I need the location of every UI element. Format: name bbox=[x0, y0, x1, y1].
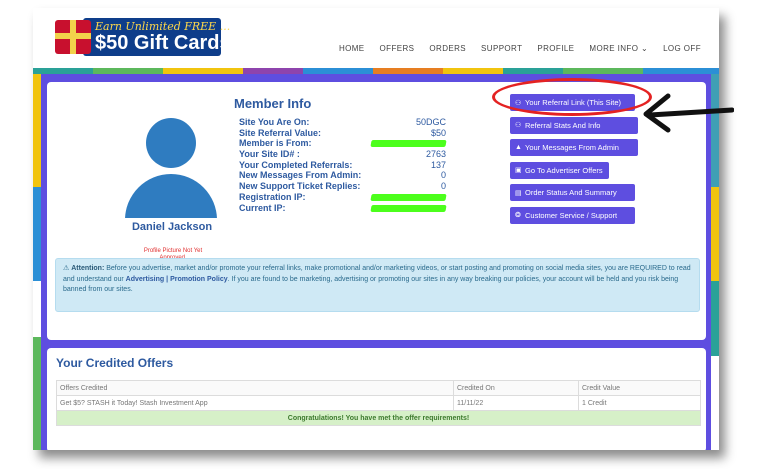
main-content: Daniel Jackson Profile Picture Not Yet A… bbox=[41, 74, 711, 450]
info-label: Current IP: bbox=[239, 202, 286, 213]
info-label: New Messages From Admin: bbox=[239, 170, 362, 181]
info-row-admin-messages: New Messages From Admin: 0 bbox=[239, 170, 446, 181]
member-name: Daniel Jackson bbox=[131, 221, 213, 233]
cart-icon: ▣ bbox=[515, 167, 522, 175]
advertiser-offers-button[interactable]: ▣ Go To Advertiser Offers bbox=[510, 161, 609, 179]
redaction-mark bbox=[370, 193, 447, 201]
info-label: Site You Are On: bbox=[239, 117, 310, 127]
credited-offers-title: Your Credited Offers bbox=[56, 356, 174, 370]
info-label: Site Referral Value: bbox=[239, 127, 322, 138]
member-info-title: Member Info bbox=[234, 96, 312, 111]
info-label: Your Site ID# : bbox=[239, 149, 300, 160]
link-separator: | bbox=[166, 275, 169, 283]
credited-date: 11/11/22 bbox=[453, 395, 579, 411]
user-icon: ▲ bbox=[515, 144, 522, 152]
info-value: 0 bbox=[440, 181, 446, 192]
gift-box-icon bbox=[55, 20, 91, 54]
info-label: Registration IP: bbox=[239, 191, 306, 202]
avatar-head-icon bbox=[146, 118, 196, 168]
warning-icon: ⚠ bbox=[63, 265, 70, 272]
attention-alert: ⚠ Attention: Before you advertise, marke… bbox=[55, 258, 700, 312]
info-row-referral-value: Site Referral Value: $50 bbox=[239, 128, 446, 139]
redaction-mark bbox=[370, 140, 447, 148]
info-row-completed-referrals: Your Completed Referrals: 137 bbox=[239, 160, 446, 171]
top-nav: Earn Unlimited FREE ... $50 Gift Cards H… bbox=[33, 8, 719, 68]
congrats-message: Congratulations! You have met the offer … bbox=[56, 410, 701, 426]
nav-home[interactable]: HOME bbox=[339, 44, 365, 53]
offer-name: Get $5? STASH it Today! Stash Investment… bbox=[56, 395, 454, 411]
browser-frame: Earn Unlimited FREE ... $50 Gift Cards H… bbox=[33, 8, 719, 450]
nav-support[interactable]: SUPPORT bbox=[481, 44, 522, 53]
pointer-arrow-annotation bbox=[643, 93, 734, 133]
referral-stats-button[interactable]: ⚇ Referral Stats And Info bbox=[510, 116, 638, 134]
promotion-policy-link[interactable]: Promotion Policy bbox=[170, 276, 228, 283]
info-row-site: Site You Are On: 50DGC bbox=[239, 117, 446, 128]
info-value: $50 bbox=[430, 127, 446, 138]
info-row-current-ip: Current IP: bbox=[239, 202, 447, 214]
info-row-member-from: Member is From: bbox=[239, 138, 447, 149]
order-status-button[interactable]: ▤ Order Status And Summary bbox=[510, 184, 635, 202]
info-label: Member is From: bbox=[239, 138, 312, 149]
bank-icon: ▤ bbox=[515, 189, 522, 197]
info-row-site-id: Your Site ID# : 2763 bbox=[239, 149, 446, 160]
info-row-ticket-replies: New Support Ticket Replies: 0 bbox=[239, 181, 446, 192]
customer-service-button[interactable]: ❂ Customer Service / Support bbox=[510, 206, 635, 224]
column-header: Offers Credited bbox=[56, 380, 454, 396]
avatar-body-icon bbox=[125, 174, 217, 218]
users-icon: ⚇ bbox=[515, 122, 522, 130]
redaction-mark bbox=[370, 204, 447, 212]
congrats-row: Congratulations! You have met the offer … bbox=[56, 410, 701, 426]
highlight-circle-annotation bbox=[492, 78, 652, 116]
lifebuoy-icon: ❂ bbox=[515, 212, 521, 220]
nav-more-info[interactable]: MORE INFO ⌄ bbox=[589, 44, 648, 53]
credited-offers-table: Offers Credited Credited On Credit Value… bbox=[56, 380, 701, 426]
nav-log-off[interactable]: LOG OFF bbox=[663, 44, 701, 53]
column-header: Credit Value bbox=[578, 380, 701, 396]
table-header-row: Offers Credited Credited On Credit Value bbox=[56, 380, 701, 396]
button-label: Your Messages From Admin bbox=[525, 143, 619, 153]
info-value: 50DGC bbox=[415, 117, 446, 127]
info-value: 0 bbox=[440, 170, 446, 181]
logo-title: $50 Gift Cards bbox=[95, 32, 231, 54]
button-label: Customer Service / Support bbox=[525, 210, 618, 220]
nav-offers[interactable]: OFFERS bbox=[380, 44, 415, 53]
info-row-registration-ip: Registration IP: bbox=[239, 191, 447, 203]
info-label: New Support Ticket Replies: bbox=[239, 181, 361, 192]
site-logo[interactable]: Earn Unlimited FREE ... $50 Gift Cards bbox=[55, 18, 231, 58]
admin-messages-button[interactable]: ▲ Your Messages From Admin bbox=[510, 139, 638, 157]
info-label: Your Completed Referrals: bbox=[239, 159, 353, 170]
table-row: Get $5? STASH it Today! Stash Investment… bbox=[56, 395, 701, 411]
nav-profile[interactable]: PROFILE bbox=[537, 44, 574, 53]
attention-label: Attention: bbox=[71, 265, 105, 272]
member-info-panel: Daniel Jackson Profile Picture Not Yet A… bbox=[47, 78, 706, 340]
main-menu: HOME OFFERS ORDERS SUPPORT PROFILE MORE … bbox=[339, 44, 701, 53]
avatar bbox=[125, 118, 217, 218]
info-value: 137 bbox=[430, 159, 446, 170]
info-value: 2763 bbox=[425, 149, 446, 160]
button-label: Order Status And Summary bbox=[525, 188, 617, 198]
credit-value: 1 Credit bbox=[578, 395, 701, 411]
column-header: Credited On bbox=[453, 380, 579, 396]
button-label: Referral Stats And Info bbox=[525, 120, 601, 130]
button-label: Go To Advertiser Offers bbox=[525, 165, 603, 175]
advertising-policy-link[interactable]: Advertising bbox=[126, 276, 165, 283]
nav-orders[interactable]: ORDERS bbox=[429, 44, 466, 53]
credited-offers-panel: Your Credited Offers Offers Credited Cre… bbox=[47, 348, 706, 450]
left-color-stripe bbox=[33, 74, 41, 450]
member-info-list: Site You Are On: 50DGC Site Referral Valu… bbox=[239, 117, 447, 214]
